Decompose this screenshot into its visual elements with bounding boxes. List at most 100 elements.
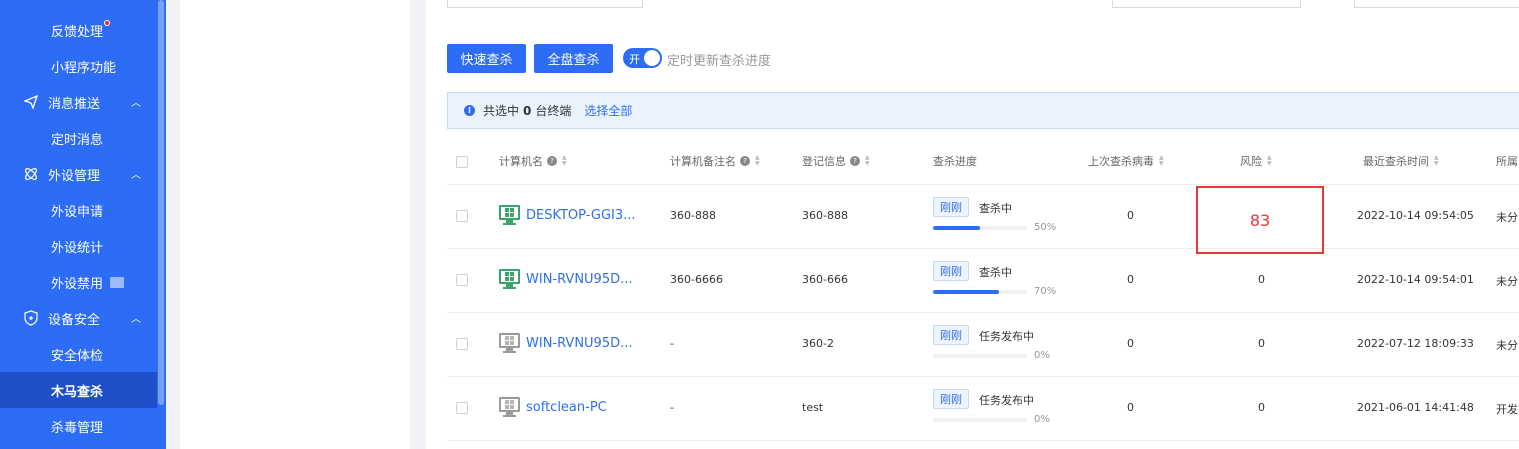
row-checkbox[interactable] [456, 210, 468, 222]
computer-name-link[interactable]: WIN-RVNU95D... [499, 269, 633, 289]
column-header-group: 所属 [1496, 153, 1518, 169]
group-cell: 未分 [1496, 275, 1518, 288]
image-badge-icon [110, 276, 125, 288]
divider [447, 440, 1519, 441]
help-icon[interactable]: ? [547, 156, 557, 166]
scan-progress-bar [933, 418, 1027, 422]
sort-icon[interactable]: ▲ ▼ [755, 155, 760, 167]
sidebar-item-security-check[interactable]: 安全体检 [0, 336, 157, 372]
send-icon [22, 93, 40, 111]
row-checkbox[interactable] [456, 338, 468, 350]
chevron-up-icon: ︿ [131, 98, 141, 109]
toggle-label: 开 [629, 53, 640, 66]
selection-prefix: 共选中 [483, 104, 520, 118]
progress-percent: 50% [1034, 222, 1057, 233]
last-scan-time: 2022-10-14 09:54:01 [1357, 273, 1474, 286]
select-all-link[interactable]: 选择全部 [584, 102, 632, 119]
sort-icon[interactable]: ▲ ▼ [865, 155, 870, 167]
column-header-remark[interactable]: 计算机备注名? ▲ ▼ [670, 153, 760, 169]
column-header-registration[interactable]: 登记信息? ▲ ▼ [802, 153, 870, 169]
tab-bar-stub[interactable] [447, 0, 643, 8]
column-label: 查杀进度 [933, 155, 977, 168]
sidebar-item-antivirus-management[interactable]: 杀毒管理 [0, 408, 157, 444]
computer-name-link[interactable]: WIN-RVNU95D... [499, 333, 633, 353]
help-icon[interactable]: ? [850, 156, 860, 166]
registration-cell: 360-2 [802, 337, 834, 350]
sidebar-item-label: 定时消息 [51, 132, 104, 148]
sidebar-group-message-push[interactable]: 消息推送 ︿ [0, 84, 157, 120]
top-search-input-stub[interactable] [1112, 0, 1301, 8]
sidebar-item-scheduled-message[interactable]: 定时消息 [0, 120, 157, 156]
divider [447, 376, 1519, 377]
auto-refresh-toggle[interactable]: 开 [623, 48, 662, 68]
column-header-last-virus[interactable]: 上次查杀病毒 ▲ ▼ [1088, 153, 1164, 169]
scan-status: 查杀中 [979, 202, 1012, 215]
time-tag: 刚刚 [933, 389, 969, 409]
progress-fill [933, 226, 980, 230]
sidebar-item-miniprogram[interactable]: 小程序功能 [0, 48, 157, 84]
sidebar-group-device-security[interactable]: 设备安全 ︿ [0, 300, 157, 336]
column-header-risk[interactable]: 风险 ▲ ▼ [1240, 153, 1272, 169]
chevron-up-icon: ︿ [131, 314, 141, 325]
sidebar-item-trojan-scan[interactable]: 木马查杀 [0, 372, 157, 408]
notification-dot [104, 20, 111, 26]
time-tag: 刚刚 [933, 261, 969, 281]
sidebar: 反馈处理 小程序功能 消息推送 ︿ 定时消息 外设管理 ︿ 外设申请 外设统计 … [0, 0, 166, 449]
remark-cell: - [670, 401, 674, 414]
time-tag: 刚刚 [933, 197, 969, 217]
scan-progress-bar [933, 226, 1027, 230]
sidebar-item-label: 外设禁用 [51, 276, 104, 292]
column-header-last-scan-time[interactable]: 最近查杀时间 ▲ ▼ [1363, 153, 1439, 169]
scan-progress-bar [933, 290, 1027, 294]
sidebar-item-peripheral-request[interactable]: 外设申请 [0, 192, 157, 228]
sort-icon[interactable]: ▲ ▼ [1434, 155, 1439, 167]
help-icon[interactable]: ? [740, 156, 750, 166]
sidebar-scrollbar[interactable] [158, 0, 164, 405]
top-filter-stub[interactable] [1354, 0, 1519, 8]
progress-percent: 0% [1034, 414, 1050, 425]
full-scan-button[interactable]: 全盘查杀 [534, 44, 613, 73]
computer-name: WIN-RVNU95D... [526, 271, 633, 287]
time-tag: 刚刚 [933, 325, 969, 345]
computer-name-link[interactable]: DESKTOP-GGI3... [499, 205, 636, 225]
column-header-computer-name[interactable]: 计算机名? ▲ ▼ [499, 153, 567, 169]
sidebar-item-label: 外设统计 [51, 240, 104, 256]
risk-value-highlighted: 83 [1249, 210, 1271, 230]
sort-icon[interactable]: ▲ ▼ [1159, 155, 1164, 167]
selection-suffix: 台终端 [535, 104, 572, 118]
registration-cell: 360-666 [802, 273, 848, 286]
column-label: 所属 [1496, 155, 1518, 168]
quick-scan-button[interactable]: 快速查杀 [447, 44, 526, 73]
last-scan-time: 2022-07-12 18:09:33 [1357, 337, 1474, 350]
scan-status: 任务发布中 [979, 330, 1034, 343]
windows-pc-offline-icon [499, 397, 520, 417]
scan-status: 任务发布中 [979, 394, 1034, 407]
progress-fill [933, 290, 999, 294]
sidebar-item-label: 设备安全 [48, 312, 101, 328]
main-content: 快速查杀 全盘查杀 开 定时更新查杀进度 i 共选中 0 台终端 选择全部 计算… [426, 0, 1519, 449]
risk-value: 0 [1258, 337, 1265, 350]
computer-name: WIN-RVNU95D... [526, 335, 633, 351]
sort-icon[interactable]: ▲ ▼ [562, 155, 567, 167]
group-cell: 未分 [1496, 339, 1518, 352]
column-label: 计算机名 [499, 155, 543, 168]
sidebar-group-peripheral[interactable]: 外设管理 ︿ [0, 156, 157, 192]
sidebar-item-peripheral-disable[interactable]: 外设禁用 [0, 264, 157, 300]
sidebar-item-label: 反馈处理 [51, 24, 104, 40]
sidebar-item-label: 杀毒管理 [51, 420, 104, 436]
group-cell: 开发 [1496, 403, 1518, 416]
sidebar-item-label: 外设申请 [51, 204, 104, 220]
risk-highlight-box: 83 [1196, 186, 1324, 254]
info-icon: i [464, 105, 475, 116]
select-all-checkbox[interactable] [456, 156, 468, 168]
sidebar-item-peripheral-stats[interactable]: 外设统计 [0, 228, 157, 264]
progress-percent: 0% [1034, 350, 1050, 361]
sort-icon[interactable]: ▲ ▼ [1267, 155, 1272, 167]
row-checkbox[interactable] [456, 274, 468, 286]
computer-name-link[interactable]: softclean-PC [499, 397, 607, 417]
row-checkbox[interactable] [456, 402, 468, 414]
sidebar-item-feedback[interactable]: 反馈处理 [0, 12, 157, 48]
windows-pc-offline-icon [499, 333, 520, 353]
scan-progress-bar [933, 354, 1027, 358]
column-label: 登记信息 [802, 155, 846, 168]
